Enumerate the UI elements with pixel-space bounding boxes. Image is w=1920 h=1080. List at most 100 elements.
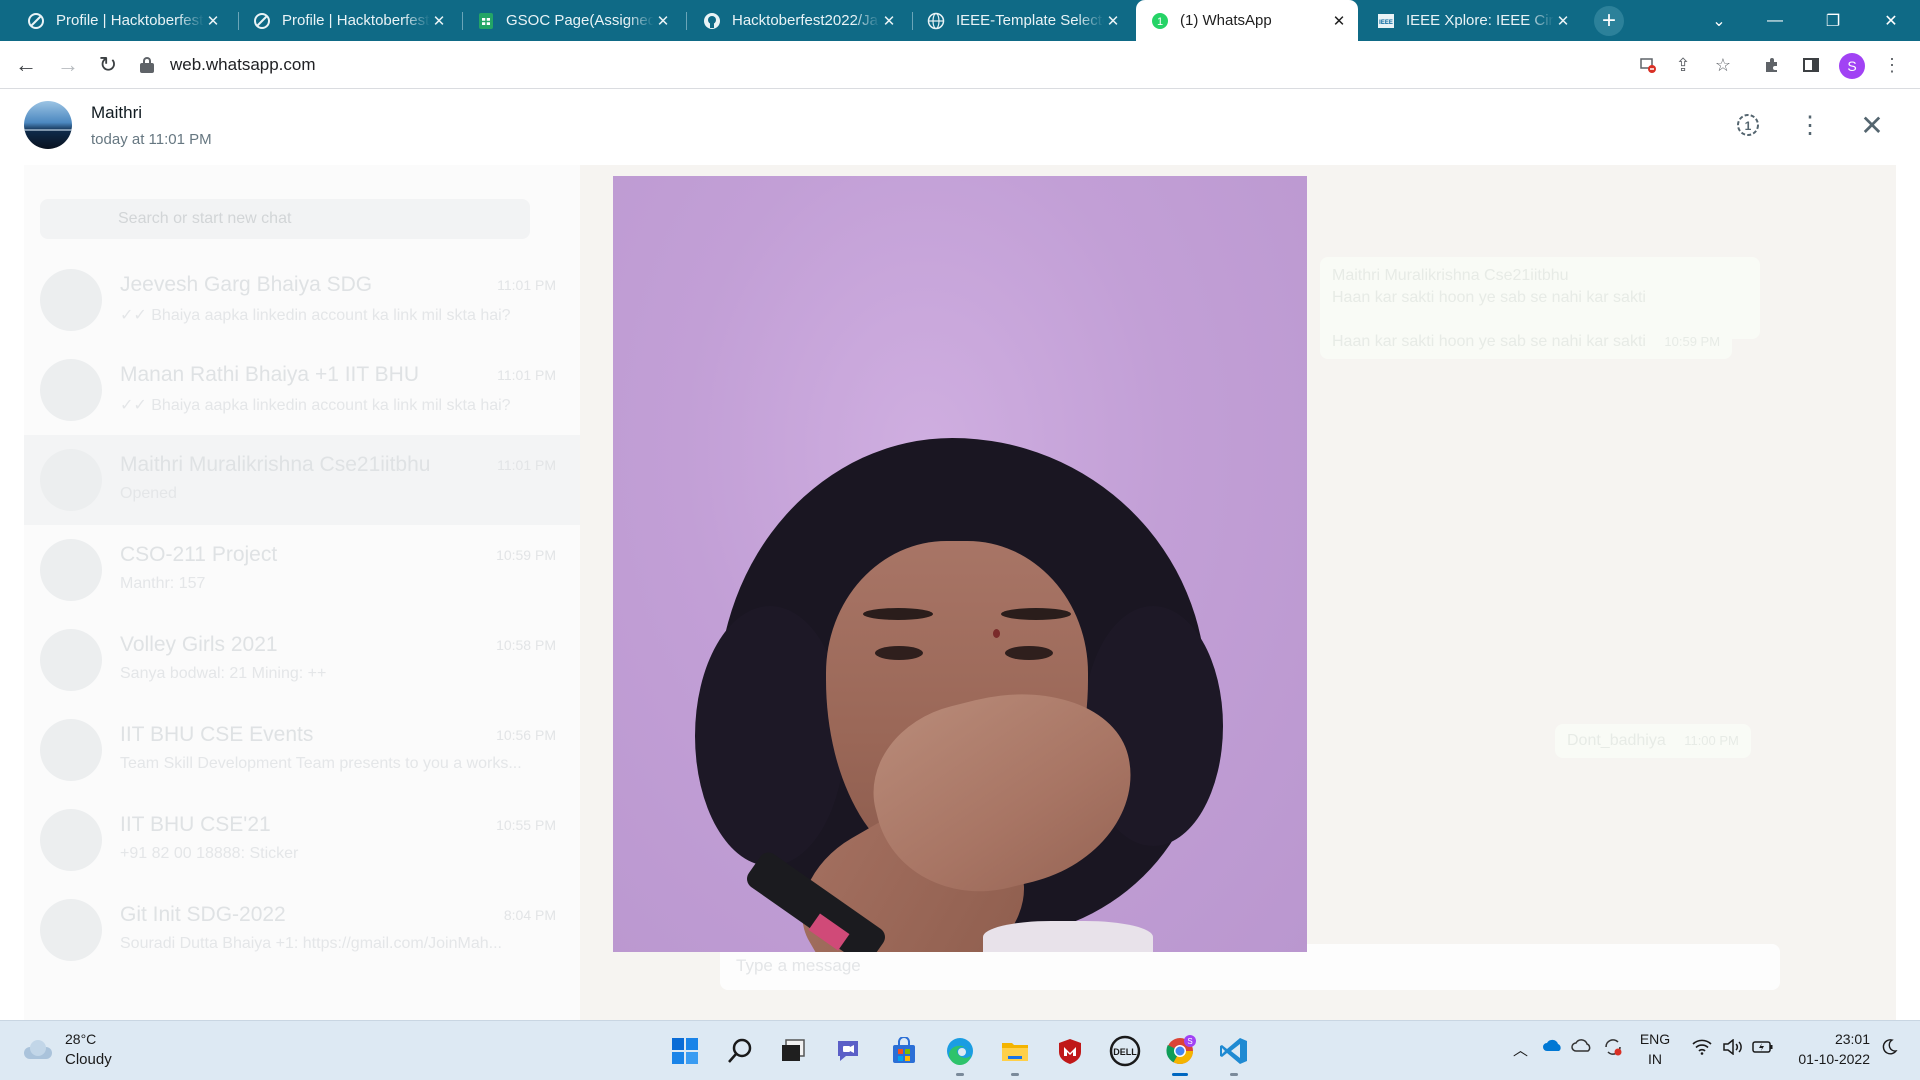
- close-window-icon[interactable]: ✕: [1868, 0, 1914, 41]
- new-tab-button[interactable]: +: [1594, 6, 1624, 36]
- share-icon[interactable]: ⇪: [1669, 51, 1697, 79]
- close-tab-icon[interactable]: ✕: [204, 12, 222, 30]
- message-timestamp: today at 11:01 PM: [91, 131, 212, 148]
- close-tab-icon[interactable]: ✕: [654, 12, 672, 30]
- close-tab-icon[interactable]: ✕: [430, 12, 448, 30]
- hacktoberfest-icon: [26, 11, 46, 31]
- chrome-icon[interactable]: S: [1160, 1031, 1200, 1076]
- chat-list-item: CSO-211 Project 10:59 PM Manthr: 157: [24, 525, 580, 615]
- search-icon[interactable]: [720, 1031, 760, 1071]
- dell-icon[interactable]: DELL: [1105, 1031, 1145, 1071]
- language-indicator[interactable]: ENG IN: [1630, 1029, 1680, 1069]
- sync-icon[interactable]: [1602, 1036, 1624, 1062]
- chat-name: Maithri Muralikrishna Cse21iitbhu: [120, 453, 431, 476]
- chat-name: IIT BHU CSE Events: [120, 723, 314, 746]
- chat-name: Git Init SDG-2022: [120, 903, 286, 926]
- blocked-content-icon[interactable]: [1634, 51, 1662, 79]
- chat-time: 11:01 PM: [497, 457, 556, 473]
- file-explorer-icon[interactable]: [995, 1031, 1035, 1076]
- tab-search-icon[interactable]: ⌄: [1696, 0, 1742, 41]
- edge-browser-icon[interactable]: [940, 1031, 980, 1076]
- restore-icon[interactable]: ❐: [1810, 0, 1856, 41]
- minimize-icon[interactable]: —: [1752, 0, 1798, 41]
- search-input: Search or start new chat: [40, 199, 530, 239]
- chat-time: 10:58 PM: [496, 637, 556, 653]
- sender-avatar[interactable]: [24, 101, 72, 149]
- view-once-icon[interactable]: 1: [1732, 109, 1764, 141]
- chat-name: Manan Rathi Bhaiya +1 IIT BHU: [120, 363, 420, 386]
- github-icon: [702, 11, 722, 31]
- task-view-icon[interactable]: [773, 1031, 813, 1071]
- close-viewer-icon[interactable]: ✕: [1856, 109, 1888, 141]
- chat-preview: Opened: [120, 485, 177, 502]
- close-tab-icon[interactable]: ✕: [880, 12, 898, 30]
- close-tab-icon[interactable]: ✕: [1104, 12, 1122, 30]
- address-bar[interactable]: web.whatsapp.com: [140, 47, 1630, 83]
- chat-time: 10:59 PM: [496, 547, 556, 563]
- profile-avatar[interactable]: S: [1839, 53, 1865, 79]
- tab-title: GSOC Page(Assigned): [506, 12, 654, 29]
- media-photo[interactable]: [613, 176, 1307, 952]
- avatar: [40, 899, 102, 961]
- bookmark-star-icon[interactable]: ☆: [1709, 51, 1737, 79]
- close-tab-icon[interactable]: ✕: [1554, 12, 1572, 30]
- close-tab-icon[interactable]: ✕: [1330, 12, 1348, 30]
- extensions-icon[interactable]: [1758, 51, 1786, 79]
- reload-icon[interactable]: ↻: [92, 49, 124, 81]
- chrome-menu-icon[interactable]: ⋮: [1878, 51, 1906, 79]
- chat-preview: Souradi Dutta Bhaiya +1: https://gmail.c…: [120, 935, 502, 952]
- teams-chat-icon[interactable]: [828, 1031, 868, 1071]
- battery-icon[interactable]: [1752, 1039, 1774, 1059]
- chat-name: Jeevesh Garg Bhaiya SDG: [120, 273, 373, 296]
- back-icon[interactable]: ←: [10, 49, 42, 81]
- onedrive-icon[interactable]: [1542, 1037, 1564, 1057]
- quoted-text: Haan kar sakti hoon ye sab se nahi kar s…: [1332, 289, 1646, 306]
- microsoft-store-icon[interactable]: [884, 1031, 924, 1071]
- tab-title: Profile | Hacktoberfest: [56, 12, 204, 29]
- hacktoberfest-icon: [252, 11, 272, 31]
- chat-time: 8:04 PM: [503, 907, 556, 923]
- message-time: 11:00 PM: [1684, 733, 1739, 748]
- message-text: Haan kar sakti hoon ye sab se nahi kar s…: [1332, 333, 1646, 350]
- show-hidden-icons[interactable]: ︿: [1513, 1039, 1528, 1060]
- side-panel-icon[interactable]: [1797, 51, 1825, 79]
- vscode-icon[interactable]: [1214, 1031, 1254, 1076]
- wifi-icon[interactable]: [1692, 1039, 1712, 1059]
- tab-profile-hacktoberfest-1[interactable]: Profile | Hacktoberfest ✕: [12, 0, 232, 41]
- windows-taskbar: 28°C Cloudy DELL S ︿ ENG IN 23:01 01-10-…: [0, 1020, 1920, 1080]
- tab-strip: Profile | Hacktoberfest ✕ Profile | Hack…: [0, 0, 1920, 41]
- tab-title: Profile | Hacktoberfest: [282, 12, 430, 29]
- chat-preview: ✓✓ Bhaiya aapka linkedin account ka link…: [120, 307, 511, 324]
- forward-icon[interactable]: →: [52, 49, 84, 81]
- chat-preview: +91 82 00 18888: Sticker: [120, 845, 299, 862]
- chat-time: 11:01 PM: [497, 277, 556, 293]
- tab-title: (1) WhatsApp: [1180, 12, 1272, 29]
- sender-name[interactable]: Maithri: [91, 103, 142, 123]
- tab-separator: [686, 12, 687, 30]
- mcafee-icon[interactable]: [1050, 1031, 1090, 1071]
- focus-assist-icon[interactable]: [1880, 1038, 1898, 1060]
- chat-name: CSO-211 Project: [120, 543, 278, 566]
- system-clock[interactable]: 23:01 01-10-2022: [1780, 1029, 1870, 1069]
- tab-ieee-xplore[interactable]: IEEE IEEE Xplore: IEEE Circ ✕: [1362, 0, 1582, 41]
- chat-list-item: IIT BHU CSE Events 10:56 PM Team Skill D…: [24, 705, 580, 795]
- start-button[interactable]: [665, 1031, 705, 1071]
- svg-text:DELL: DELL: [1113, 1047, 1137, 1057]
- chat-time: 10:55 PM: [496, 817, 556, 833]
- clock-date: 01-10-2022: [1798, 1051, 1870, 1067]
- tab-whatsapp[interactable]: 1 (1) WhatsApp ✕: [1136, 0, 1358, 41]
- more-options-icon[interactable]: ⋮: [1794, 109, 1826, 141]
- tab-gsoc-page[interactable]: GSOC Page(Assigned) ✕: [462, 0, 682, 41]
- volume-icon[interactable]: [1722, 1038, 1744, 1059]
- url-text: web.whatsapp.com: [170, 55, 316, 74]
- onedrive-personal-icon[interactable]: [1571, 1037, 1593, 1057]
- tab-ieee-template[interactable]: IEEE-Template Selecto ✕: [912, 0, 1132, 41]
- weather-widget[interactable]: 28°C Cloudy: [20, 1029, 140, 1073]
- tab-github-hacktoberfest[interactable]: Hacktoberfest2022/Ja ✕: [688, 0, 908, 41]
- chat-preview: Manthr: 157: [120, 575, 206, 592]
- tab-profile-hacktoberfest-2[interactable]: Profile | Hacktoberfest ✕: [238, 0, 458, 41]
- chat-list-item: Git Init SDG-2022 8:04 PM Souradi Dutta …: [24, 885, 580, 975]
- chat-preview: ✓✓ Bhaiya aapka linkedin account ka link…: [120, 397, 511, 414]
- chat-list-item: Maithri Muralikrishna Cse21iitbhu 11:01 …: [24, 435, 580, 525]
- ieee-icon: IEEE: [1376, 11, 1396, 31]
